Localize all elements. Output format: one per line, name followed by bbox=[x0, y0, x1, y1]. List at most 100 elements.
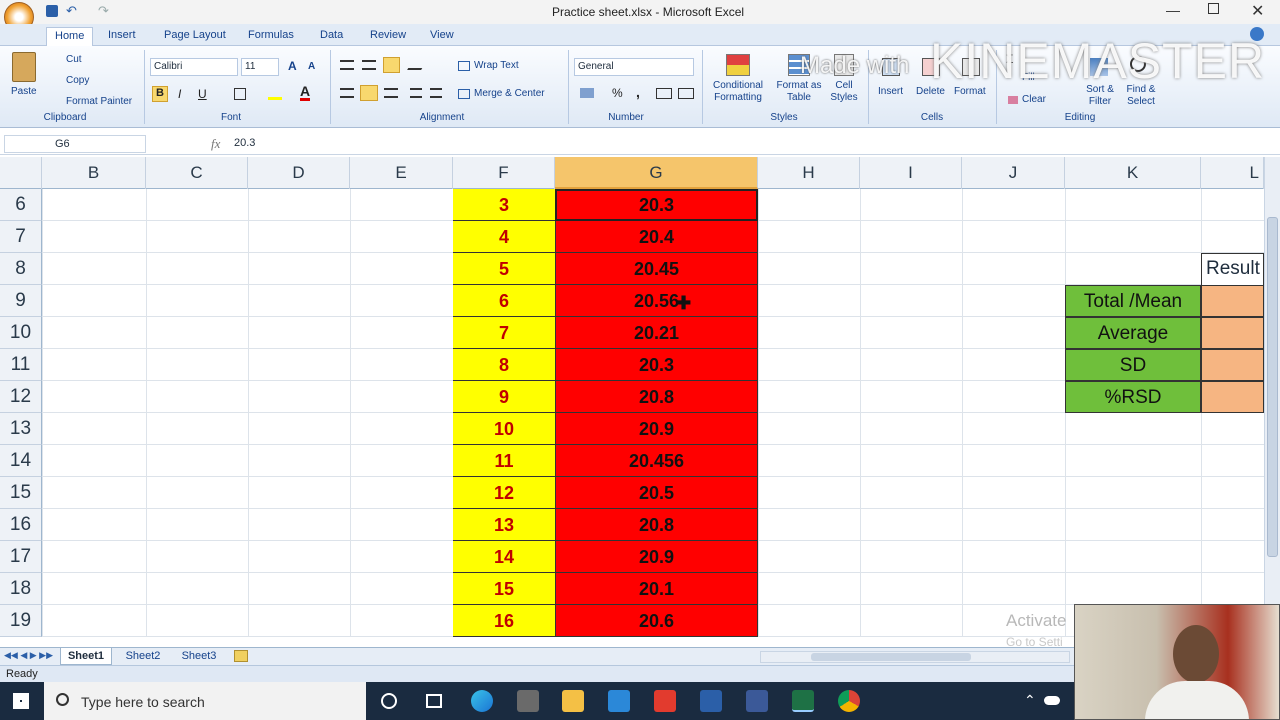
windows-start-icon[interactable] bbox=[13, 693, 29, 709]
cell-f[interactable]: 7 bbox=[453, 317, 555, 349]
stat-label-sd[interactable]: SD bbox=[1065, 349, 1201, 381]
paste-button[interactable]: Paste bbox=[11, 86, 37, 97]
cell-f[interactable]: 9 bbox=[453, 381, 555, 413]
tab-review[interactable]: Review bbox=[362, 27, 414, 46]
minimize-icon[interactable]: — bbox=[1166, 2, 1180, 18]
cell-g[interactable]: 20.21 bbox=[555, 317, 758, 349]
undo-icon[interactable]: ↶ bbox=[66, 3, 77, 19]
horizontal-scrollbar[interactable] bbox=[760, 651, 1070, 663]
align-left-icon[interactable] bbox=[340, 88, 354, 98]
redo-icon[interactable]: ↷ bbox=[98, 3, 109, 19]
name-box[interactable]: G6 bbox=[4, 135, 146, 153]
paste-icon[interactable] bbox=[12, 52, 36, 82]
row-header[interactable]: 10 bbox=[0, 317, 42, 349]
sheet-tab-sheet3[interactable]: Sheet3 bbox=[174, 648, 224, 665]
decrease-indent-icon[interactable] bbox=[410, 88, 422, 98]
cell-g[interactable]: 20.6 bbox=[555, 605, 758, 637]
increase-indent-icon[interactable] bbox=[430, 88, 442, 98]
cell-g[interactable]: 20.8 bbox=[555, 509, 758, 541]
cell-g[interactable]: 20.9 bbox=[555, 541, 758, 573]
column-header-k[interactable]: K bbox=[1065, 157, 1201, 189]
align-right-icon[interactable] bbox=[384, 88, 398, 98]
cell-f[interactable]: 16 bbox=[453, 605, 555, 637]
insert-sheet-icon[interactable] bbox=[234, 650, 248, 662]
close-icon[interactable]: ✕ bbox=[1251, 1, 1264, 21]
chrome-icon[interactable] bbox=[838, 690, 860, 712]
increase-decimal-icon[interactable] bbox=[656, 88, 672, 99]
row-header[interactable]: 6 bbox=[0, 189, 42, 221]
tab-page-layout[interactable]: Page Layout bbox=[156, 27, 234, 46]
select-all-corner[interactable] bbox=[0, 157, 42, 189]
column-header-l[interactable]: L bbox=[1201, 157, 1264, 189]
cell-f[interactable]: 8 bbox=[453, 349, 555, 381]
formula-input[interactable]: 20.3 bbox=[230, 135, 1265, 153]
cell-f[interactable]: 13 bbox=[453, 509, 555, 541]
column-header-e[interactable]: E bbox=[350, 157, 453, 189]
cell-f[interactable]: 4 bbox=[453, 221, 555, 253]
row-header[interactable]: 7 bbox=[0, 221, 42, 253]
column-header-i[interactable]: I bbox=[860, 157, 962, 189]
fill-color-icon[interactable] bbox=[268, 88, 282, 100]
stat-label-rsd[interactable]: %RSD bbox=[1065, 381, 1201, 413]
cell-f[interactable]: 15 bbox=[453, 573, 555, 605]
row-header[interactable]: 12 bbox=[0, 381, 42, 413]
orientation-icon[interactable] bbox=[407, 60, 427, 70]
stat-value-rsd[interactable] bbox=[1201, 381, 1264, 413]
row-header[interactable]: 18 bbox=[0, 573, 42, 605]
conditional-formatting-button[interactable]: Conditional Formatting bbox=[706, 80, 770, 104]
excel-icon[interactable] bbox=[792, 690, 814, 712]
row-header[interactable]: 17 bbox=[0, 541, 42, 573]
insert-cells-button[interactable]: Insert bbox=[878, 86, 903, 97]
selected-cell-outline[interactable] bbox=[555, 189, 758, 221]
percent-button[interactable]: % bbox=[612, 86, 623, 100]
row-header[interactable]: 9 bbox=[0, 285, 42, 317]
worksheet-grid[interactable]: 6 7 8 9 10 11 12 13 14 15 16 17 18 19 3 4 5 6 7 8 9 10 11 12 13… bbox=[0, 189, 1264, 647]
cell-g[interactable]: 20.9 bbox=[555, 413, 758, 445]
sheet-tab-sheet2[interactable]: Sheet2 bbox=[118, 648, 168, 665]
task-view-icon[interactable] bbox=[426, 694, 442, 708]
save-icon[interactable] bbox=[46, 5, 58, 17]
cell-f[interactable]: 12 bbox=[453, 477, 555, 509]
fx-icon[interactable]: fx bbox=[211, 136, 220, 152]
cell-f[interactable]: 11 bbox=[453, 445, 555, 477]
merge-center-button[interactable]: Merge & Center bbox=[474, 88, 545, 99]
row-header[interactable]: 16 bbox=[0, 509, 42, 541]
comma-icon[interactable]: , bbox=[636, 84, 640, 100]
align-middle-icon[interactable] bbox=[362, 60, 376, 70]
tab-view[interactable]: View bbox=[422, 27, 462, 46]
cell-g[interactable]: 20.3 bbox=[555, 349, 758, 381]
bold-button[interactable]: B bbox=[152, 86, 168, 102]
stat-label-total-mean[interactable]: Total /Mean bbox=[1065, 285, 1201, 317]
format-as-table-button[interactable]: Format as Table bbox=[774, 80, 824, 104]
cell-f[interactable]: 10 bbox=[453, 413, 555, 445]
column-header-j[interactable]: J bbox=[962, 157, 1065, 189]
cortana-icon[interactable] bbox=[381, 693, 397, 709]
font-size-select[interactable]: 11 bbox=[241, 58, 279, 76]
align-center-icon[interactable] bbox=[360, 85, 378, 101]
column-header-b[interactable]: B bbox=[42, 157, 146, 189]
restore-icon[interactable] bbox=[1208, 3, 1219, 14]
cell-f[interactable]: 6 bbox=[453, 285, 555, 317]
taskbar-search[interactable]: Type here to search bbox=[44, 682, 366, 720]
decrease-decimal-icon[interactable] bbox=[678, 88, 694, 99]
row-header[interactable]: 11 bbox=[0, 349, 42, 381]
camera-app-icon[interactable] bbox=[517, 690, 539, 712]
format-painter-button[interactable]: Format Painter bbox=[66, 96, 132, 107]
column-header-d[interactable]: D bbox=[248, 157, 350, 189]
currency-icon[interactable] bbox=[580, 88, 594, 98]
column-header-g[interactable]: G bbox=[555, 157, 758, 189]
stat-value-sd[interactable] bbox=[1201, 349, 1264, 381]
conditional-formatting-icon[interactable] bbox=[726, 54, 750, 76]
align-top-icon[interactable] bbox=[340, 60, 354, 70]
row-header[interactable]: 15 bbox=[0, 477, 42, 509]
cell-g[interactable]: 20.4 bbox=[555, 221, 758, 253]
wrap-text-button[interactable]: Wrap Text bbox=[474, 60, 519, 71]
cell-g[interactable]: 20.5 bbox=[555, 477, 758, 509]
column-header-f[interactable]: F bbox=[453, 157, 555, 189]
italic-button[interactable]: I bbox=[178, 87, 181, 101]
pdf-icon[interactable] bbox=[654, 690, 676, 712]
cell-g[interactable]: 20.45 bbox=[555, 253, 758, 285]
facebook-icon[interactable] bbox=[746, 690, 768, 712]
cell-g[interactable]: 20.56 bbox=[555, 285, 758, 317]
file-explorer-icon[interactable] bbox=[562, 690, 584, 712]
